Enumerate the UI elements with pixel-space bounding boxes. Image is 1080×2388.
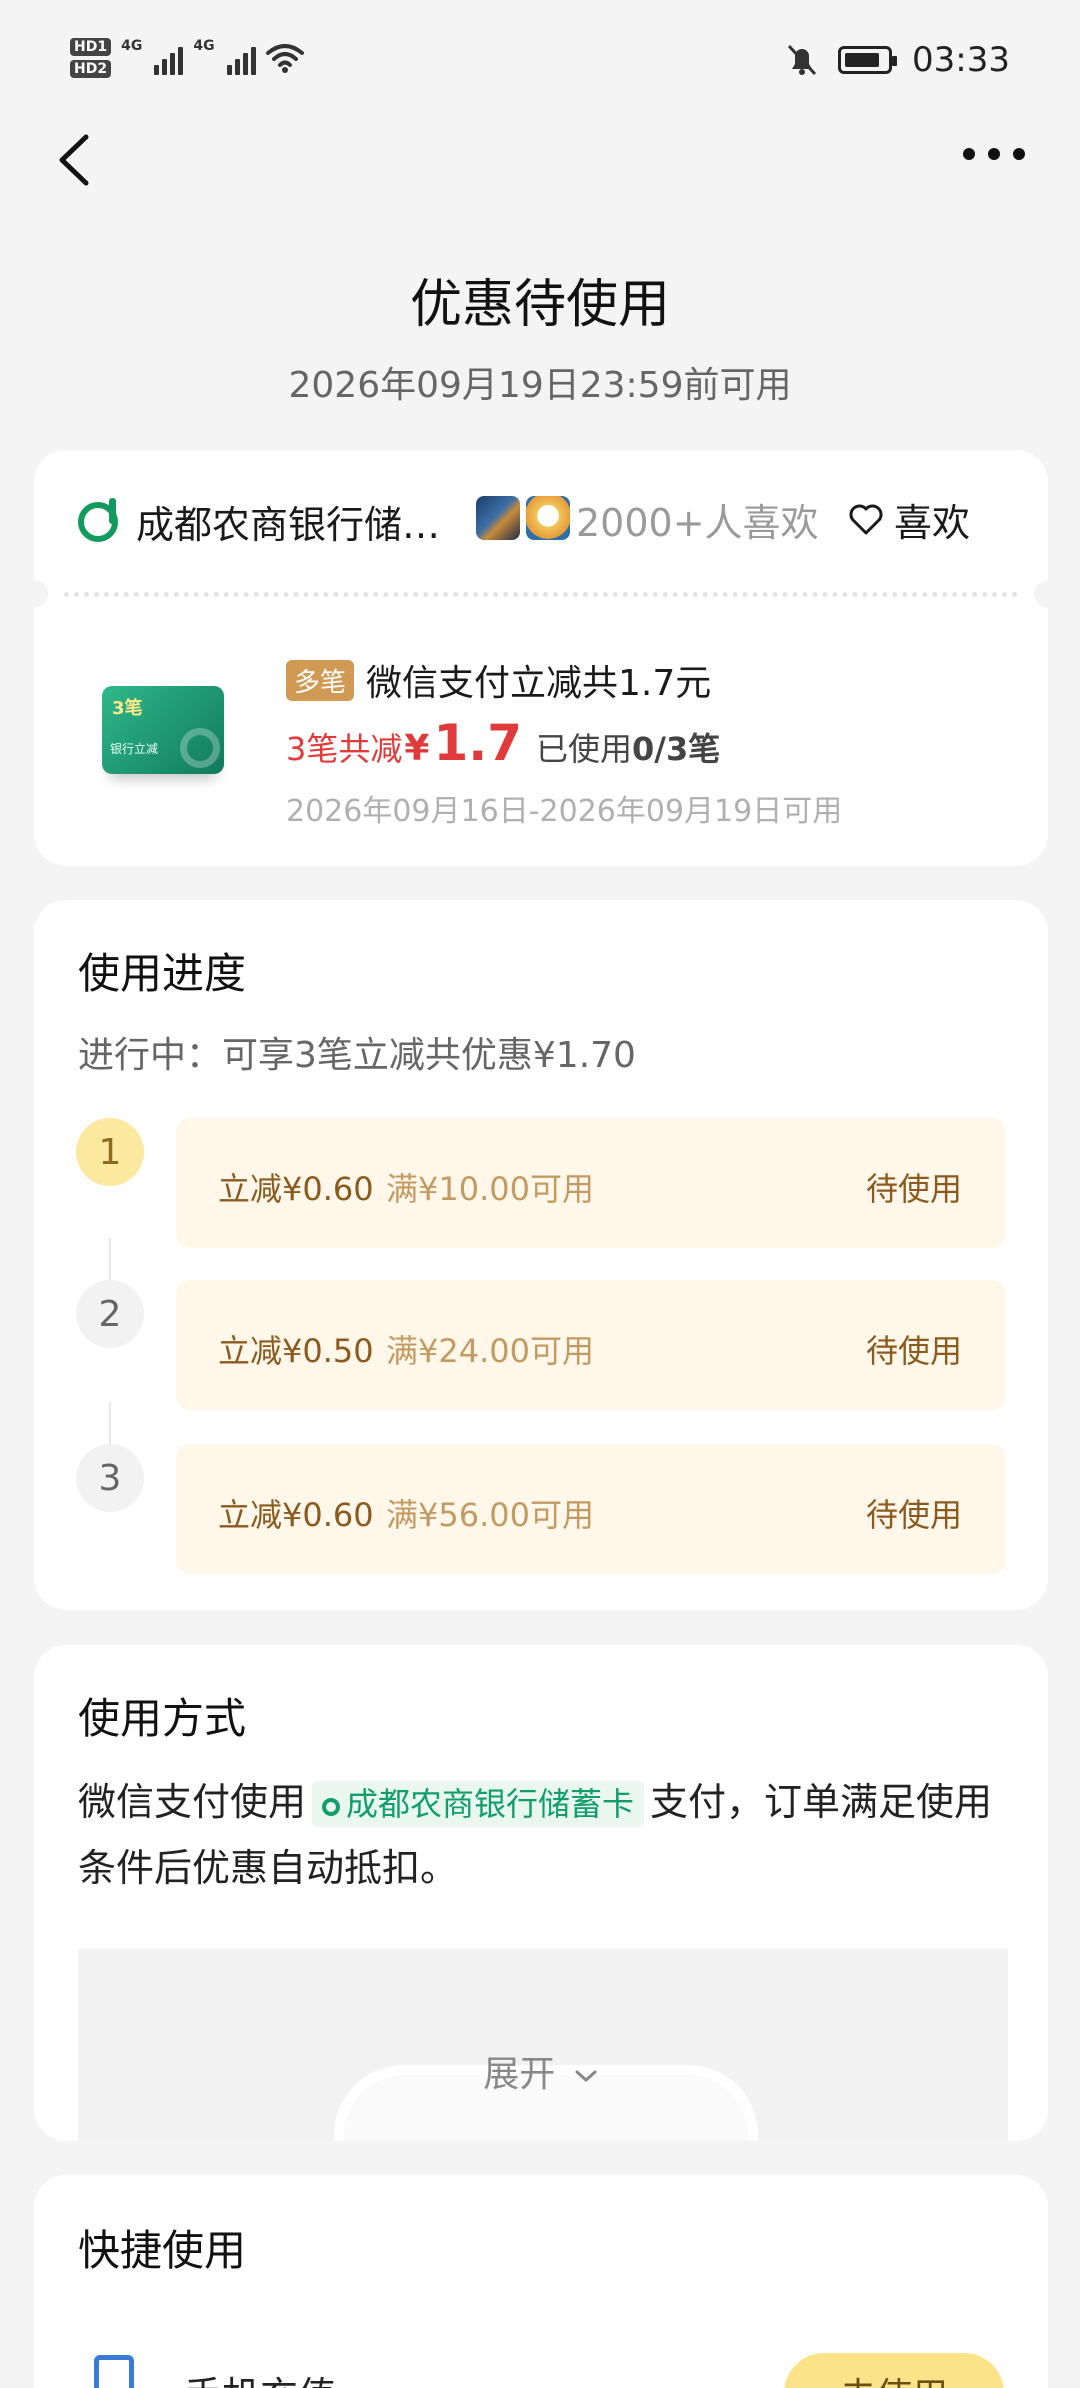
avatar (526, 496, 570, 540)
bank-watermark-icon (180, 728, 220, 768)
quick-use-title: 快捷使用 (78, 2226, 247, 2275)
network-label-1: 4G (121, 38, 143, 54)
go-use-button[interactable]: 去使用 (784, 2353, 1004, 2388)
progress-desc: 进行中：可享3笔立减共优惠¥1.70 (78, 1035, 636, 1076)
like-label: 喜欢 (893, 501, 970, 545)
chevron-down-icon (575, 2070, 597, 2082)
coupon-title: 微信支付立减共1.7元 (366, 663, 712, 704)
coupon-image: 3笔 银行立减 (102, 686, 224, 774)
coupon-title-row: 多笔 微信支付立减共1.7元 (286, 654, 711, 706)
step-status: 待使用 (865, 1496, 962, 1534)
status-right: 03:33 (786, 40, 1010, 80)
coupon-validity: 2026年09月16日-2026年09月19日可用 (286, 794, 843, 829)
step-amount: 立减¥0.60 (218, 1170, 374, 1208)
card-name: 成都农商银行储蓄卡 (346, 1785, 635, 1823)
network-label-2: 4G (193, 38, 215, 54)
usage-description: 微信支付使用 成都农商银行储蓄卡 支付，订单满足使用条件后优惠自动抵扣。 (78, 1769, 1008, 1901)
step-connector (109, 1402, 111, 1448)
step-status: 待使用 (865, 1170, 962, 1208)
hd-label-2: HD2 (70, 60, 112, 78)
step-status: 待使用 (865, 1332, 962, 1370)
ticket-notch (20, 580, 48, 608)
status-left: HD1 HD2 4G 4G (70, 38, 304, 78)
bank-logo-icon (78, 497, 118, 542)
coupon-prefix: 3笔共减 (286, 730, 403, 768)
signal-4g-icon (154, 41, 184, 75)
likes-count: 2000+人喜欢 (576, 501, 819, 545)
used-label: 已使用 (536, 730, 633, 768)
step-item[interactable]: 立减¥0.50 满¥24.00可用 待使用 (176, 1280, 1006, 1410)
hd-icon: HD1 HD2 (70, 38, 112, 78)
wifi-icon (265, 44, 304, 73)
step-connector (109, 1238, 111, 1284)
expand-button[interactable]: 展开 (34, 2045, 1048, 2097)
hd-label-1: HD1 (70, 38, 112, 56)
progress-title: 使用进度 (78, 949, 247, 998)
page-title: 优惠待使用 (409, 275, 670, 335)
divider (64, 592, 1018, 597)
status-time: 03:33 (912, 40, 1010, 80)
heart-icon (849, 504, 883, 534)
card-chip: 成都农商银行储蓄卡 (312, 1781, 645, 1827)
page-subtitle: 2026年09月19日23:59前可用 (288, 365, 792, 406)
quick-item-label: 手机充值 (184, 2365, 336, 2388)
status-bar: HD1 HD2 4G 4G 03:33 (0, 0, 1080, 130)
quick-use-card: 快捷使用 手机充值 去使用 (34, 2175, 1048, 2388)
coupon-image-count: 3笔 (112, 698, 143, 719)
progress-card: 使用进度 进行中：可享3笔立减共优惠¥1.70 1 立减¥0.60 满¥10.0… (34, 900, 1048, 1610)
like-button[interactable]: 喜欢 (848, 492, 970, 547)
step-amount: 立减¥0.50 (218, 1332, 374, 1370)
step-amount: 立减¥0.60 (218, 1496, 374, 1534)
coupon-image-label: 银行立减 (110, 742, 159, 756)
coupon-amount: 1.7 (433, 714, 523, 772)
avatar (476, 496, 520, 540)
coupon-card: 成都农商银行储… 2000+人喜欢 喜欢 3笔 银行立减 多笔 微信支付立减共1… (20, 450, 1062, 866)
step-condition: 满¥24.00可用 (386, 1332, 594, 1370)
currency-symbol: ¥ (404, 728, 430, 769)
step-item[interactable]: 立减¥0.60 满¥56.00可用 待使用 (176, 1444, 1006, 1574)
ticket-notch (1034, 580, 1062, 608)
usage-card: 使用方式 微信支付使用 成都农商银行储蓄卡 支付，订单满足使用条件后优惠自动抵扣。 … (34, 1645, 1048, 2141)
step-item[interactable]: 立减¥0.60 满¥10.00可用 待使用 (176, 1118, 1006, 1248)
coupon-price-row: 3笔共减 ¥ 1.7 已使用0/3笔 (286, 714, 720, 772)
step-number: 2 (76, 1280, 144, 1348)
more-dots-icon[interactable] (963, 148, 1025, 160)
back-arrow-icon[interactable] (50, 125, 100, 195)
signal-4g-icon-2 (226, 41, 256, 75)
step-condition: 满¥10.00可用 (386, 1170, 594, 1208)
step-number: 3 (76, 1444, 144, 1512)
battery-icon (838, 46, 898, 74)
merchant-info[interactable]: 成都农商银行储… (78, 494, 440, 549)
merchant-name: 成都农商银行储… (136, 503, 441, 547)
expand-label: 展开 (483, 2054, 556, 2095)
bell-muted-icon (787, 44, 817, 76)
usage-text-before: 微信支付使用 (78, 1780, 307, 1824)
used-count: 0/3笔 (632, 730, 721, 768)
step-condition: 满¥56.00可用 (386, 1496, 594, 1534)
step-number: 1 (76, 1118, 144, 1186)
fan-avatars (476, 496, 570, 540)
phone-recharge-icon (94, 2355, 134, 2388)
coupon-used: 已使用0/3笔 (536, 724, 720, 770)
coupon-tag: 多笔 (286, 659, 355, 701)
bank-logo-icon (322, 1798, 341, 1816)
usage-title: 使用方式 (78, 1694, 247, 1743)
